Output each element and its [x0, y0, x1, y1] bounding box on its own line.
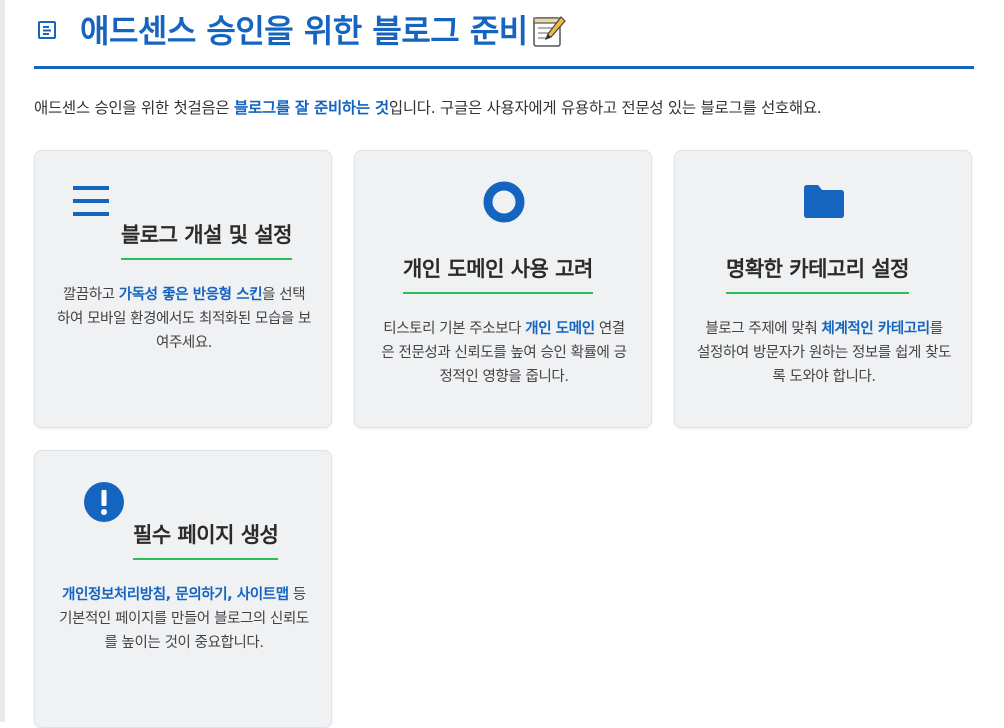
folder-icon — [804, 185, 844, 218]
card-custom-domain: 개인 도메인 사용 고려 티스토리 기본 주소보다 개인 도메인 연결은 전문성… — [354, 150, 652, 428]
card-description: 티스토리 기본 주소보다 개인 도메인 연결은 전문성과 신뢰도를 높여 승인 … — [381, 321, 627, 385]
card-description: 블로그 주제에 맞춰 체계적인 카테고리를 설정하여 방문자가 원하는 정보를 … — [697, 321, 951, 385]
card-title: 필수 페이지 생성 — [133, 519, 279, 560]
left-rail — [0, 0, 5, 722]
card-description: 개인정보처리방침, 문의하기, 사이트맵 등 기본적인 페이지를 만들어 블로그… — [59, 587, 309, 651]
page-title: 애드센스 승인을 위한 블로그 준비 — [80, 12, 528, 50]
intro-before: 애드센스 승인을 위한 첫걸음은 — [34, 99, 234, 117]
card-blog-setup: 블로그 개설 및 설정 깔끔하고 가독성 좋은 반응형 스킨을 선택하여 모바일… — [34, 150, 332, 428]
card-required-pages: 필수 페이지 생성 개인정보처리방침, 문의하기, 사이트맵 등 기본적인 페이… — [34, 450, 332, 728]
memo-icon — [533, 16, 566, 47]
circle-icon — [483, 181, 525, 223]
menu-icon — [73, 186, 109, 216]
header: 애드센스 승인을 위한 블로그 준비 — [34, 0, 974, 69]
intro-text: 애드센스 승인을 위한 첫걸음은 블로그를 잘 준비하는 것입니다. 구글은 사… — [34, 96, 974, 118]
exclamation-icon — [84, 482, 124, 522]
intro-highlight: 블로그를 잘 준비하는 것 — [234, 99, 389, 117]
intro-after: 입니다. 구글은 사용자에게 유용하고 전문성 있는 블로그를 선호해요. — [388, 99, 822, 117]
document-icon — [38, 21, 56, 39]
content: 애드센스 승인을 위한 블로그 준비 애드센스 승인을 위한 첫걸음은 블로그를… — [34, 0, 974, 728]
card-title: 명확한 카테고리 설정 — [726, 253, 910, 294]
card-description: 깔끔하고 가독성 좋은 반응형 스킨을 선택하여 모바일 환경에서도 최적화된 … — [57, 287, 311, 351]
card-title: 블로그 개설 및 설정 — [121, 219, 293, 260]
card-category-setup: 명확한 카테고리 설정 블로그 주제에 맞춰 체계적인 카테고리를 설정하여 방… — [674, 150, 972, 428]
card-title: 개인 도메인 사용 고려 — [403, 253, 593, 294]
